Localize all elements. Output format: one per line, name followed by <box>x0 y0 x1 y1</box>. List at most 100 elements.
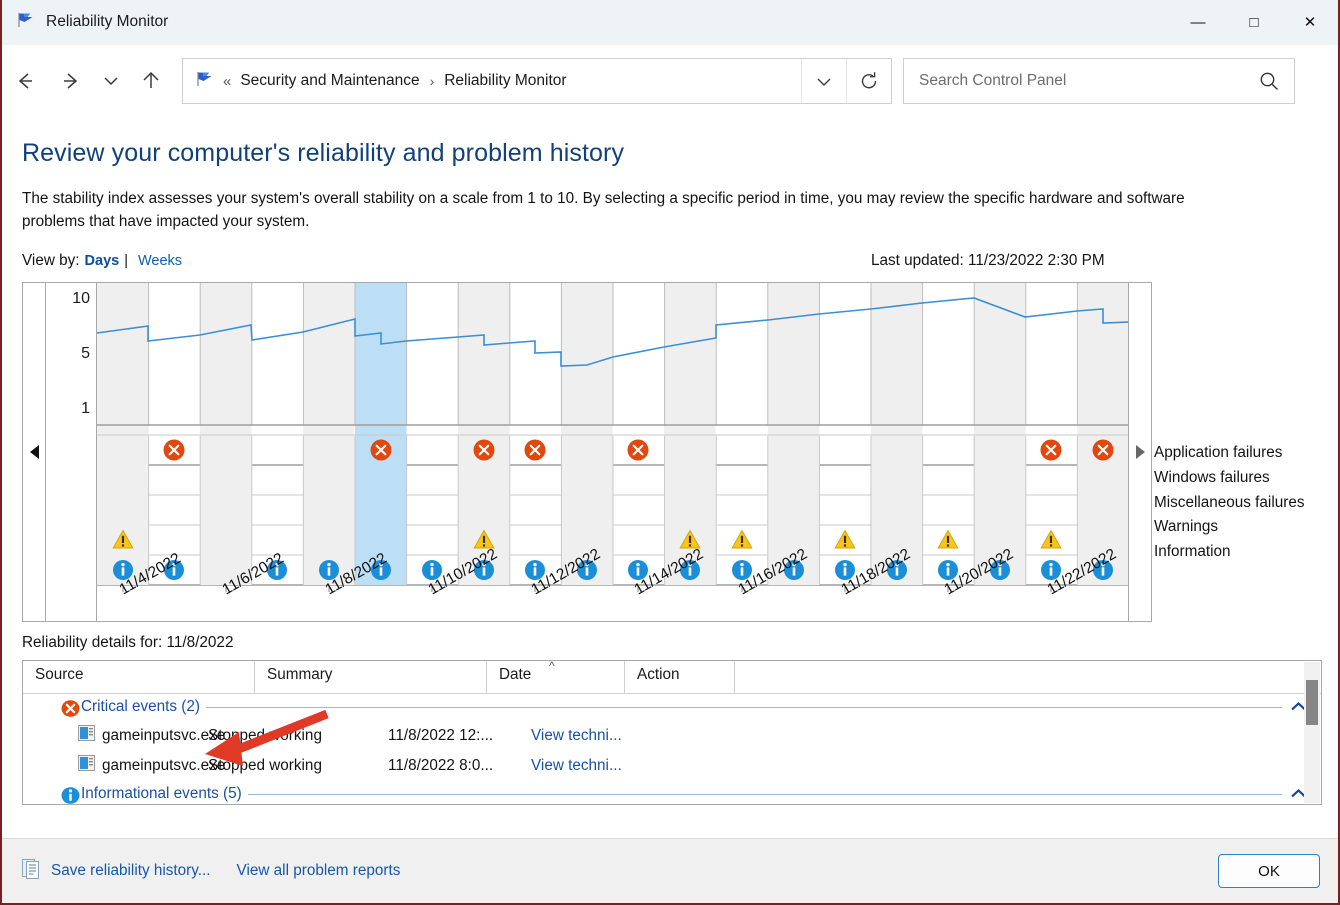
flag-icon <box>195 69 215 93</box>
source-name: gameinputsvc.exe <box>102 756 226 774</box>
cell-summary: Stopped working <box>208 726 322 744</box>
critical-icon <box>61 699 80 722</box>
window-controls: — □ ✕ <box>1170 0 1338 44</box>
cell-source: gameinputsvc.exe <box>23 725 225 746</box>
group-rule <box>206 706 1282 708</box>
source-name: gameinputsvc.exe <box>102 726 226 744</box>
forward-button[interactable] <box>48 58 94 104</box>
legend-miscellaneous-failures: Miscellaneous failures <box>1154 493 1305 511</box>
navigation-bar: « Security and Maintenance › Reliability… <box>2 45 1338 117</box>
window-title: Reliability Monitor <box>46 13 169 30</box>
chart-plot-area[interactable]: 11/4/2022 11/6/2022 11/8/2022 11/10/2022… <box>97 282 1128 621</box>
breadcrumb-overflow[interactable]: « <box>223 73 231 90</box>
cell-action-link[interactable]: View techni... <box>531 757 731 775</box>
chart-svg: 11/4/2022 11/6/2022 11/8/2022 11/10/2022… <box>97 282 1128 598</box>
refresh-button[interactable] <box>846 59 891 103</box>
view-by-weeks-link[interactable]: Weeks <box>138 253 182 269</box>
details-table[interactable]: Source Summary Date ^ Action Critical ev… <box>22 659 1322 805</box>
maximize-icon: □ <box>1249 13 1259 31</box>
application-icon <box>78 755 95 776</box>
footer-bar: Save reliability history... View all pro… <box>2 838 1338 903</box>
breadcrumb-separator: › <box>429 73 435 89</box>
minimize-button[interactable]: — <box>1170 0 1226 44</box>
legend-warnings: Warnings <box>1154 518 1219 536</box>
chart-y-axis: 10 5 1 <box>46 282 97 621</box>
stability-chart[interactable]: 10 5 1 11/4/2022 11/6/2022 11/8/2022 11/… <box>22 281 1152 622</box>
save-reliability-history-button[interactable]: Save reliability history... <box>22 858 211 884</box>
details-heading: Reliability details for: 11/8/2022 <box>22 633 234 651</box>
table-row[interactable]: gameinputsvc.exe Stopped working 11/8/20… <box>23 721 1321 751</box>
view-all-problem-reports-link[interactable]: View all problem reports <box>237 862 401 880</box>
minimize-icon: — <box>1190 13 1206 31</box>
cell-source: gameinputsvc.exe <box>23 755 225 776</box>
y-tick-1: 1 <box>81 399 90 417</box>
cell-summary: Stopped working <box>208 756 322 774</box>
group-rule <box>247 793 1282 795</box>
info-icon <box>61 786 80 804</box>
page-title: Review your computer's reliability and p… <box>22 139 625 167</box>
details-table-header: Source Summary Date ^ Action <box>23 659 1321 694</box>
recent-locations-button[interactable] <box>94 58 128 104</box>
chart-x-tick-marks <box>122 584 1052 592</box>
y-tick-10: 10 <box>72 289 90 307</box>
cell-action-link[interactable]: View techni... <box>531 727 731 745</box>
chevron-down-icon <box>104 77 118 86</box>
group-label-informational-events: Informational events (5) <box>81 785 242 803</box>
view-by-label: View by: <box>22 251 80 269</box>
view-by-row: View by: Days | Weeks Last updated: 11/2… <box>22 252 1318 270</box>
content-area: Review your computer's reliability and p… <box>2 139 1338 805</box>
left-arrow-icon <box>29 444 39 459</box>
up-button[interactable] <box>128 58 174 104</box>
save-reliability-history-label: Save reliability history... <box>51 862 211 879</box>
last-updated-label: Last updated: 11/23/2022 2:30 PM <box>871 251 1105 269</box>
up-arrow-icon <box>143 71 159 88</box>
group-header-critical-events[interactable]: Critical events (2) <box>23 694 1321 721</box>
page-description: The stability index assesses your system… <box>22 190 1185 230</box>
breadcrumb-reliability-monitor[interactable]: Reliability Monitor <box>441 70 569 92</box>
breadcrumb-security-and-maintenance[interactable]: Security and Maintenance <box>237 70 422 92</box>
flag-icon <box>16 10 36 34</box>
application-icon <box>78 725 95 746</box>
column-header-date-label: Date <box>499 665 532 683</box>
back-button[interactable] <box>2 58 48 104</box>
back-arrow-icon <box>18 73 32 89</box>
table-row[interactable]: gameinputsvc.exe Stopped working 11/8/20… <box>23 751 1321 781</box>
close-icon: ✕ <box>1303 13 1317 31</box>
column-header-action[interactable]: Action <box>625 660 735 693</box>
group-header-informational-events[interactable]: Informational events (5) <box>23 781 1321 804</box>
save-document-icon <box>22 858 42 884</box>
maximize-button[interactable]: □ <box>1226 0 1282 44</box>
chart-scroll-right-button[interactable] <box>1128 282 1151 621</box>
forward-arrow-icon <box>64 73 78 89</box>
search-input[interactable] <box>917 71 1258 91</box>
address-bar[interactable]: « Security and Maintenance › Reliability… <box>182 58 892 104</box>
column-header-summary[interactable]: Summary <box>255 660 487 693</box>
refresh-icon <box>861 72 877 89</box>
ascending-caret-icon: ^ <box>549 659 555 673</box>
cell-date: 11/8/2022 12:... <box>388 726 494 744</box>
column-header-date[interactable]: Date ^ <box>487 659 625 693</box>
title-bar: Reliability Monitor — □ ✕ <box>2 0 1338 45</box>
search-icon[interactable] <box>1258 70 1280 92</box>
view-by-separator: | <box>124 252 128 269</box>
address-dropdown-button[interactable] <box>801 59 846 103</box>
group-label-critical-events: Critical events (2) <box>81 698 201 716</box>
chart-scroll-left-button[interactable] <box>23 282 46 621</box>
legend-windows-failures: Windows failures <box>1154 468 1270 486</box>
legend-information: Information <box>1154 543 1231 561</box>
chart-legend: Application failures Windows failures Mi… <box>1154 441 1305 565</box>
ok-button[interactable]: OK <box>1218 854 1320 888</box>
column-header-source[interactable]: Source <box>23 660 255 693</box>
view-by-days-link[interactable]: Days <box>85 253 120 269</box>
legend-application-failures: Application failures <box>1154 444 1283 461</box>
right-arrow-icon <box>1135 444 1145 459</box>
details-scrollbar-thumb[interactable] <box>1306 679 1318 725</box>
reliability-monitor-window: Reliability Monitor — □ ✕ « Security and… <box>0 0 1340 905</box>
cell-date: 11/8/2022 8:0... <box>388 756 494 774</box>
chevron-down-icon <box>817 78 831 86</box>
y-tick-5: 5 <box>81 344 90 362</box>
chart-x-axis-labels: 11/4/2022 11/6/2022 11/8/2022 11/10/2022… <box>117 545 1120 598</box>
details-scrollbar[interactable] <box>1304 661 1320 803</box>
search-box[interactable] <box>903 58 1295 104</box>
close-button[interactable]: ✕ <box>1282 0 1338 44</box>
